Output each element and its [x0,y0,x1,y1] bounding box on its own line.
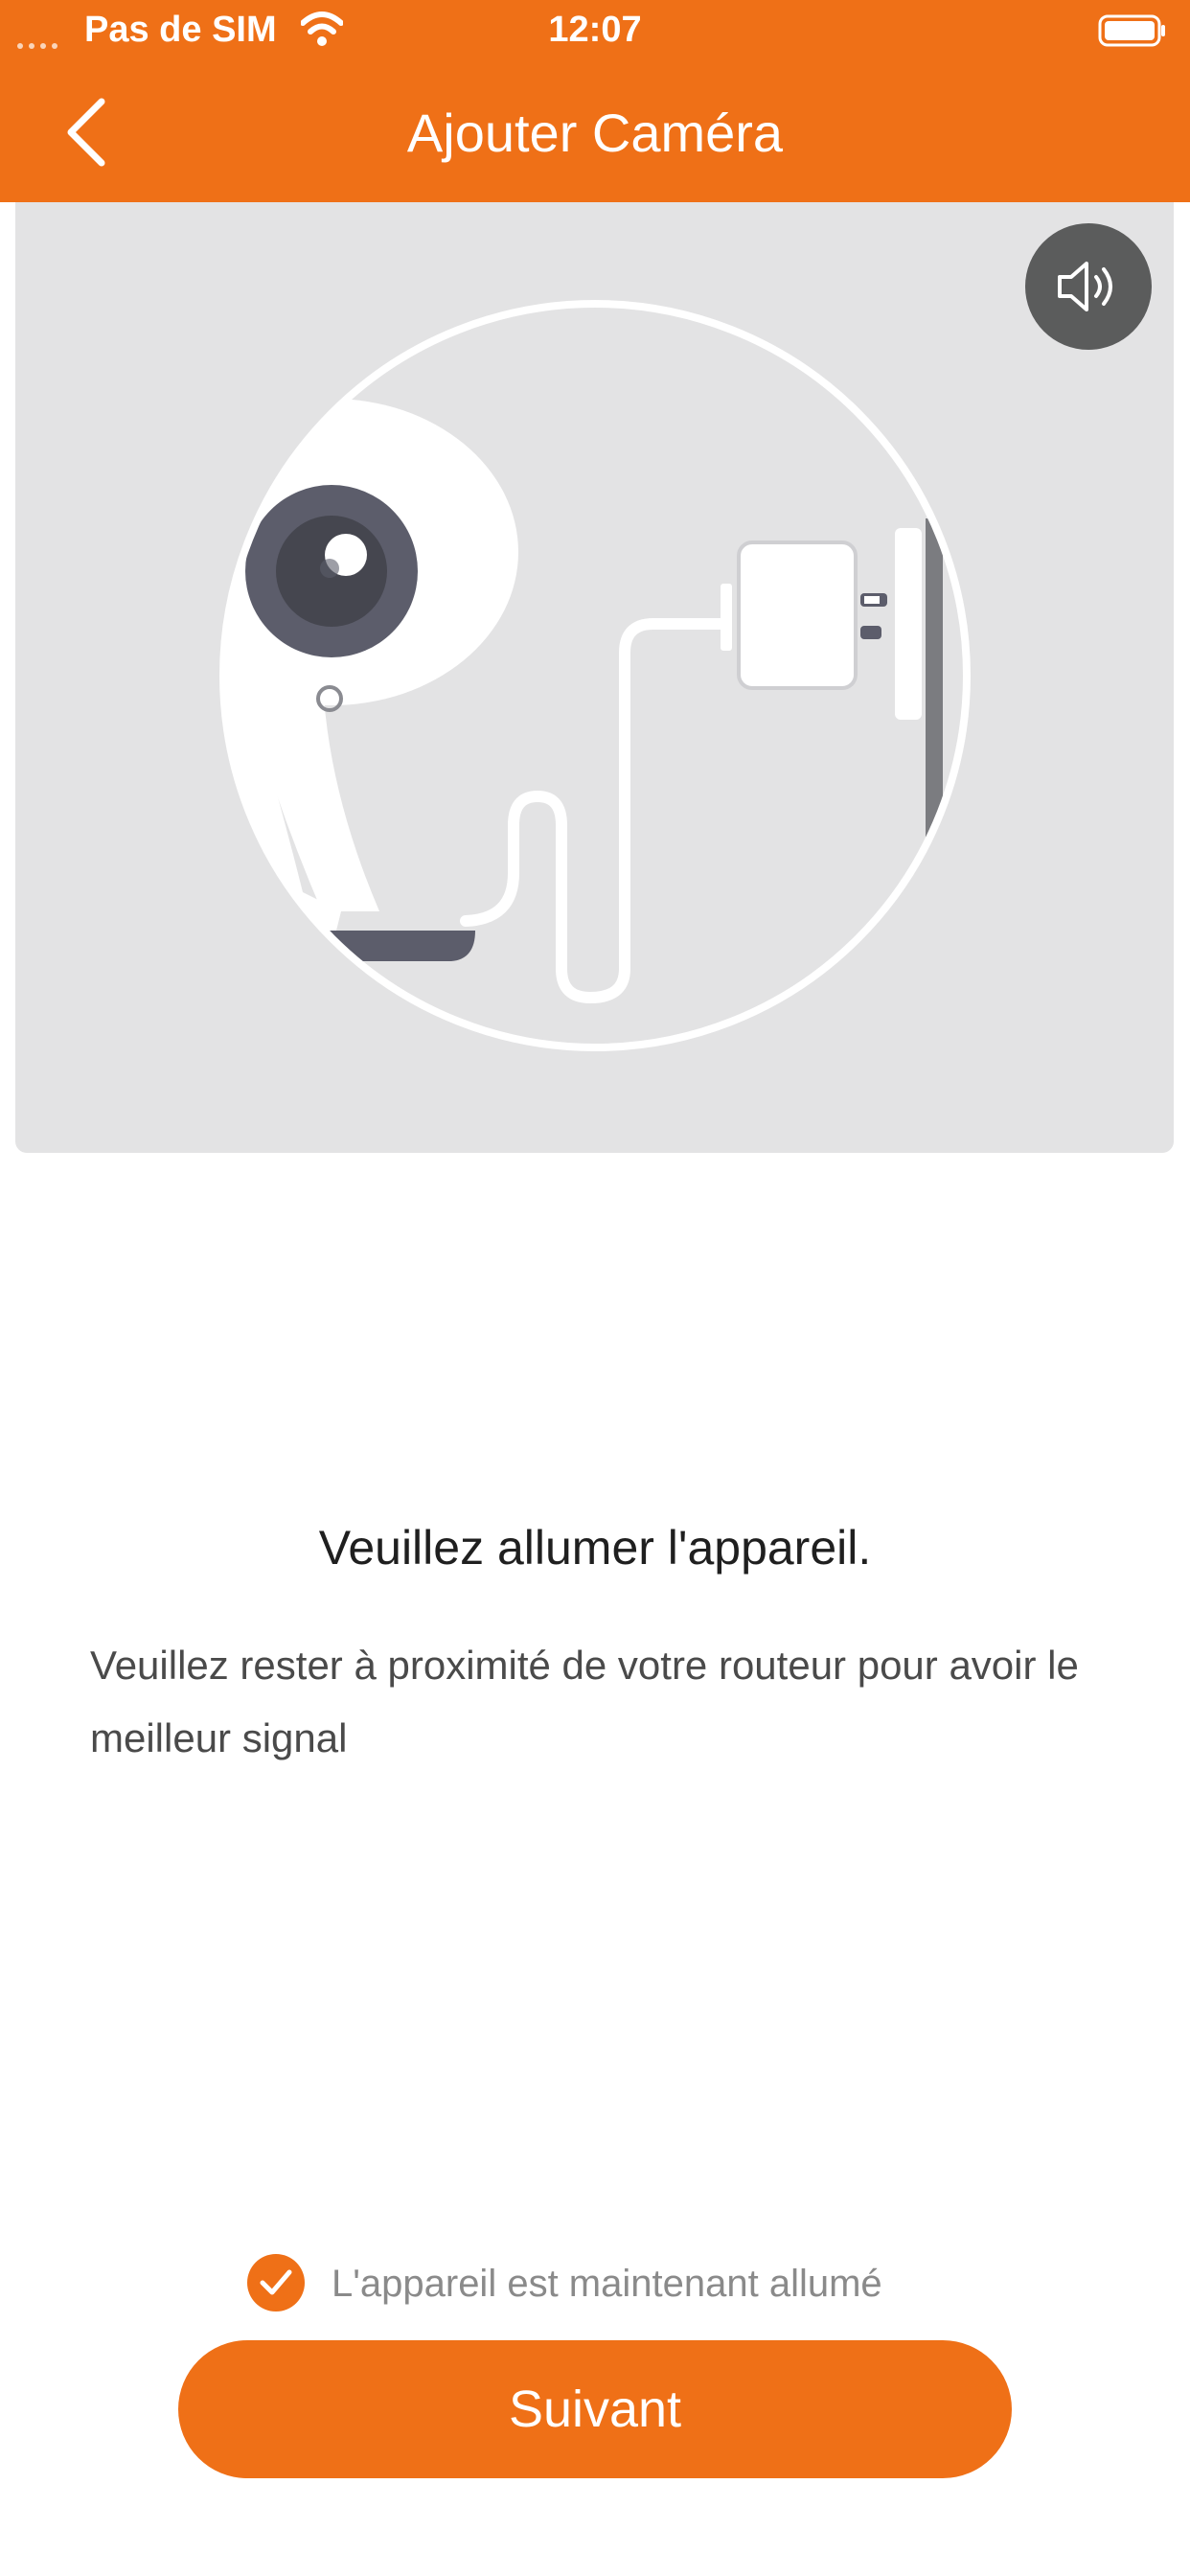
status-bar: Pas de SIM 12:07 [0,0,1190,61]
sound-toggle-button[interactable] [1025,223,1152,350]
instruction-subtext: Veuillez rester à proximité de votre rou… [90,1643,1079,1760]
speaker-icon [1058,262,1112,311]
checkmark-icon [260,2269,292,2295]
checkbox-label: L'appareil est maintenant allumé [332,2263,882,2305]
camera-power-illustration [219,300,971,1051]
status-time: 12:07 [548,10,642,50]
setup-illustration [15,202,1174,1153]
next-button[interactable]: Suivant [178,2340,1012,2478]
battery-icon [1098,14,1165,47]
checkbox-checked-icon[interactable] [247,2254,305,2312]
page-title: Ajouter Caméra [406,103,784,163]
instruction-headline: Veuillez allumer l'appareil. [318,1521,872,1575]
header-bar: Pas de SIM 12:07 Ajouter Caméra [0,0,1190,202]
